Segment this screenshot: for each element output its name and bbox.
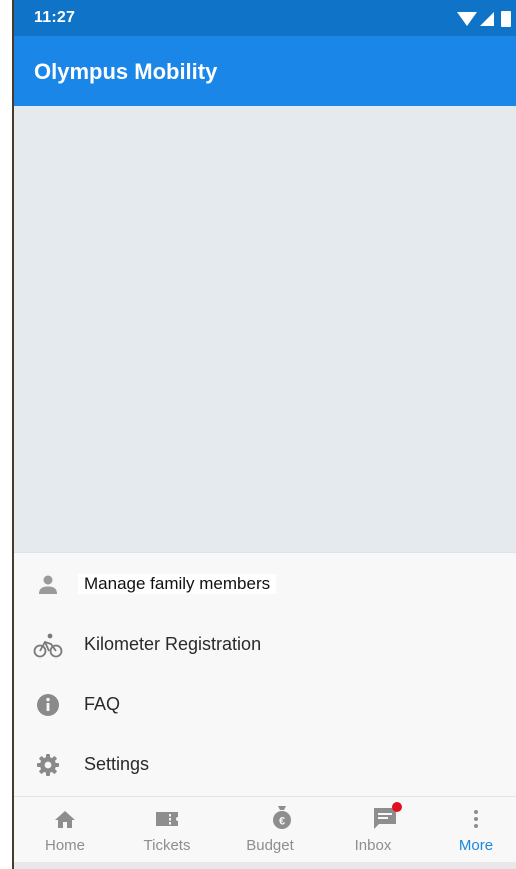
menu-item-faq[interactable]: FAQ <box>14 675 516 735</box>
nav-label: Inbox <box>354 837 392 854</box>
nav-tab-inbox[interactable]: Inbox <box>323 797 423 863</box>
bottom-strip <box>14 862 516 869</box>
status-bar: 11:27 <box>14 0 516 36</box>
nav-label: Tickets <box>143 837 191 854</box>
bicycle-icon <box>33 633 63 658</box>
nav-tab-tickets[interactable]: Tickets <box>117 797 217 863</box>
nav-tab-more[interactable]: More <box>426 797 516 863</box>
nav-label: Budget <box>246 837 294 854</box>
app-bar: Olympus Mobility <box>14 36 516 106</box>
nav-tab-home[interactable]: Home <box>15 797 115 863</box>
money-bag-icon: € <box>258 806 291 831</box>
status-icons <box>456 9 516 29</box>
app-title: Olympus Mobility <box>34 59 218 84</box>
chat-icon <box>361 802 402 831</box>
home-icon <box>53 807 77 831</box>
status-time: 11:27 <box>34 9 76 26</box>
nav-tab-budget[interactable]: € Budget <box>220 797 320 863</box>
menu-item-label: Kilometer Registration <box>84 634 262 654</box>
menu-item-settings[interactable]: Settings <box>14 735 516 795</box>
gear-icon <box>36 753 60 777</box>
menu-item-label: FAQ <box>84 694 121 714</box>
notification-dot <box>392 802 402 812</box>
menu-item-kilometer-registration[interactable]: Kilometer Registration <box>14 615 516 675</box>
ticket-icon <box>155 807 179 831</box>
wifi-icon <box>457 12 477 26</box>
battery-icon <box>501 11 511 27</box>
menu-item-label: Settings <box>84 754 150 774</box>
menu-item-manage-family-members[interactable]: Manage family members <box>14 555 516 615</box>
more-menu-sheet: Manage family members Kilometer Registra… <box>14 552 516 797</box>
nav-label: Home <box>44 837 85 854</box>
content-area[interactable] <box>14 106 516 552</box>
bottom-navigation: Home Tickets € Budget Inbox More <box>14 796 516 863</box>
info-icon <box>36 693 60 717</box>
more-vertical-icon <box>464 807 488 831</box>
person-icon <box>36 573 60 597</box>
svg-text:€: € <box>279 816 285 828</box>
signal-icon <box>480 12 494 26</box>
nav-label: More <box>458 837 494 854</box>
screen: 11:27 Olympus Mobility Manage family mem… <box>0 0 516 869</box>
menu-item-label: Manage family members <box>78 574 277 594</box>
